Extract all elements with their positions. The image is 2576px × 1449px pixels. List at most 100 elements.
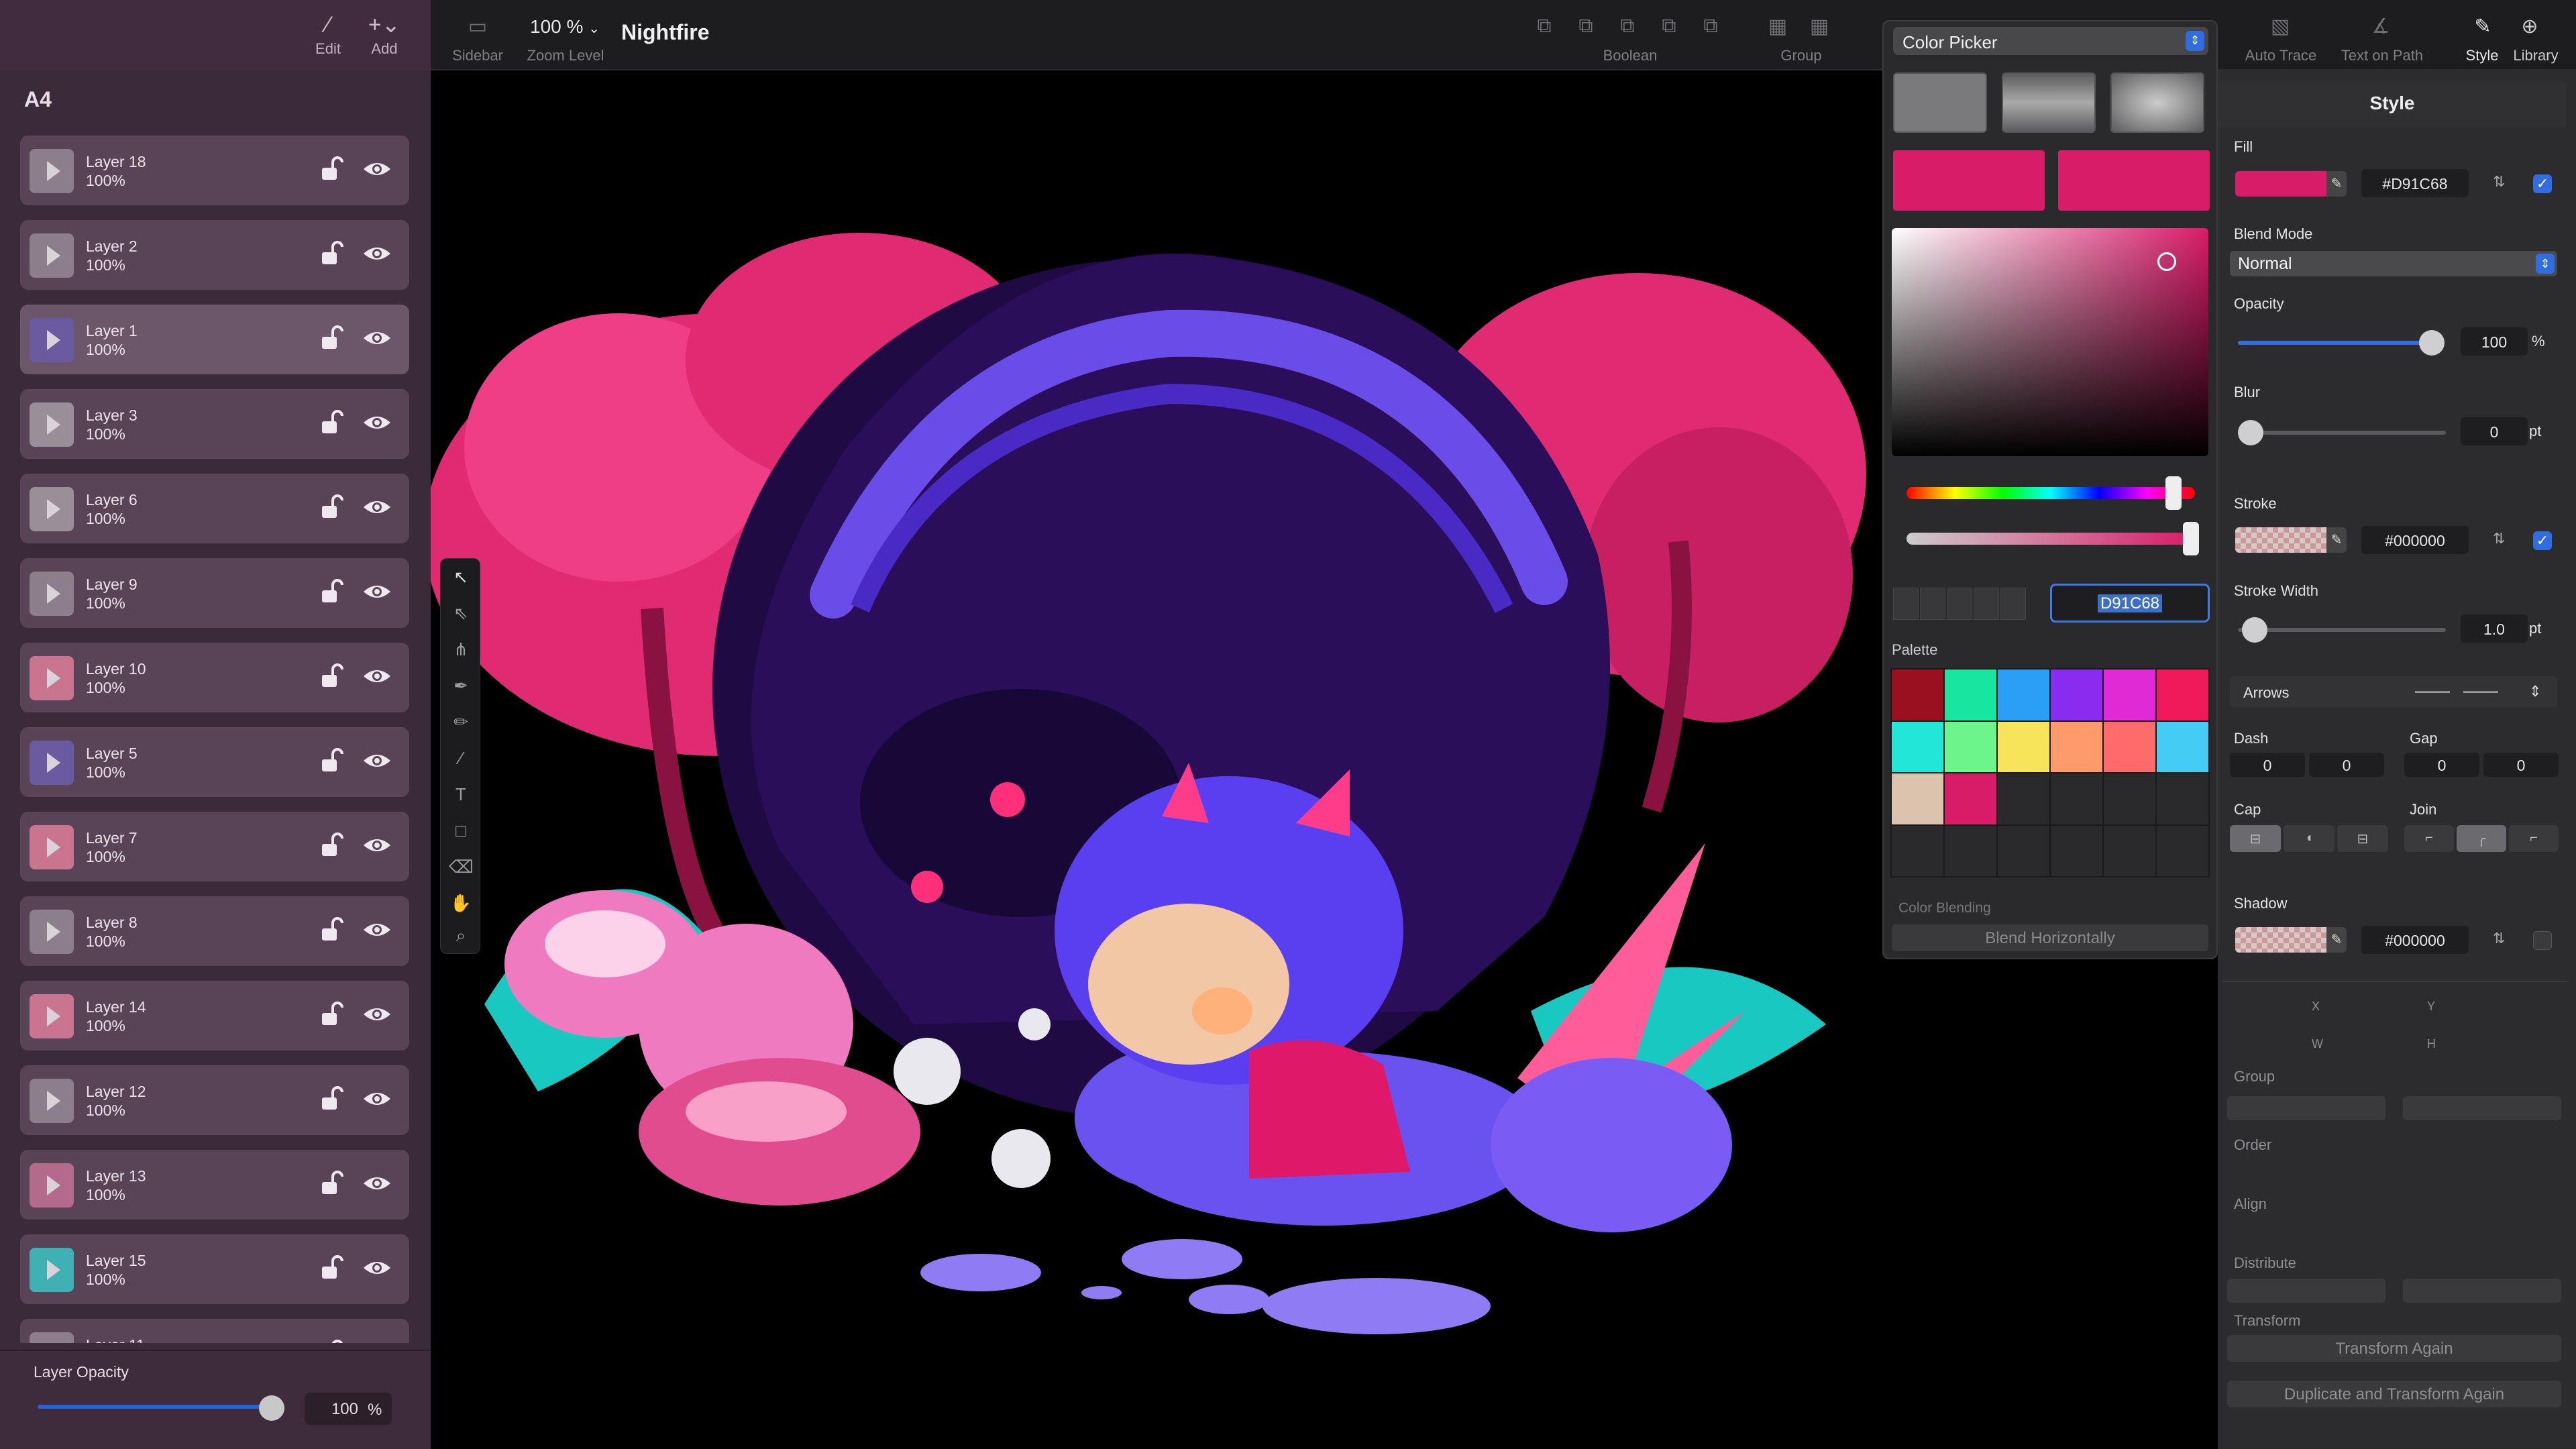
palette-empty-slot[interactable] bbox=[2104, 825, 2155, 876]
blur-knob[interactable] bbox=[2238, 420, 2263, 445]
sv-picker-knob[interactable] bbox=[2157, 252, 2176, 271]
palette-color-swatch[interactable] bbox=[2051, 721, 2102, 772]
layer-opacity-knob[interactable] bbox=[259, 1395, 284, 1421]
layer-row[interactable]: Layer 10 100% bbox=[20, 643, 409, 712]
join-miter-button[interactable]: ⌐ bbox=[2404, 825, 2454, 852]
palette-empty-slot[interactable] bbox=[2051, 825, 2102, 876]
join-bevel-button[interactable]: ⌐ bbox=[2509, 825, 2559, 852]
stroke-width-knob[interactable] bbox=[2242, 617, 2267, 643]
eye-icon[interactable] bbox=[362, 832, 392, 859]
cap-round-button[interactable]: ◖ bbox=[2284, 825, 2334, 852]
unlock-icon[interactable] bbox=[318, 661, 345, 691]
unlock-icon[interactable] bbox=[318, 1338, 345, 1343]
unlock-icon[interactable] bbox=[318, 323, 345, 353]
recent-color-slot[interactable] bbox=[1974, 588, 1999, 620]
palette-empty-slot[interactable] bbox=[1892, 825, 1943, 876]
layer-row[interactable]: Layer 18 100% bbox=[20, 136, 409, 205]
dash-input-1[interactable]: 0 bbox=[2230, 753, 2305, 777]
stroke-mode-icon[interactable]: ⇅ bbox=[2493, 530, 2505, 547]
eye-icon[interactable] bbox=[362, 494, 392, 521]
group-icon[interactable]: ▦ bbox=[1764, 15, 1791, 42]
gap-input-1[interactable]: 0 bbox=[2404, 753, 2479, 777]
unlock-icon[interactable] bbox=[318, 239, 345, 268]
eye-icon[interactable] bbox=[362, 240, 392, 267]
direct-select-icon[interactable]: ⇖ bbox=[449, 603, 473, 627]
fill-hex-input[interactable]: #D91C68 bbox=[2361, 169, 2469, 197]
palette-color-swatch[interactable] bbox=[1998, 669, 2049, 720]
unlock-icon[interactable] bbox=[318, 830, 345, 860]
palette-color-swatch[interactable] bbox=[2104, 721, 2155, 772]
add-button[interactable]: +⌄ Add bbox=[354, 9, 415, 58]
palette-color-swatch[interactable] bbox=[1998, 721, 2049, 772]
recent-color-slot[interactable] bbox=[1893, 588, 1919, 620]
text-on-path-icon[interactable]: ∡ bbox=[2364, 15, 2398, 42]
cap-butt-button[interactable]: ⊟ bbox=[2230, 825, 2281, 852]
brush-icon[interactable]: ⁄ bbox=[449, 748, 473, 772]
unlock-icon[interactable] bbox=[318, 1084, 345, 1114]
eye-icon[interactable] bbox=[362, 1339, 392, 1343]
recent-color-slot[interactable] bbox=[1947, 588, 1972, 620]
pencil-icon[interactable]: ✏ bbox=[449, 712, 473, 736]
distribute-vertical-button[interactable] bbox=[2403, 1279, 2561, 1303]
layer-row[interactable]: Layer 13 100% bbox=[20, 1150, 409, 1220]
ungroup-button[interactable] bbox=[2403, 1096, 2561, 1120]
group-button[interactable] bbox=[2227, 1096, 2385, 1120]
hue-knob[interactable] bbox=[2165, 476, 2182, 510]
eye-icon[interactable] bbox=[362, 156, 392, 182]
duplicate-transform-again-button[interactable]: Duplicate and Transform Again bbox=[2227, 1381, 2561, 1407]
node-icon[interactable]: ⋔ bbox=[449, 639, 473, 663]
eye-icon[interactable] bbox=[362, 663, 392, 690]
cap-square-button[interactable]: ⊟ bbox=[2337, 825, 2388, 852]
palette-color-swatch[interactable] bbox=[1892, 669, 1943, 720]
palette-empty-slot[interactable] bbox=[2157, 773, 2208, 824]
alpha-slider[interactable] bbox=[1907, 533, 2195, 545]
unlock-icon[interactable] bbox=[318, 915, 345, 945]
stroke-hex-input[interactable]: #000000 bbox=[2361, 526, 2469, 554]
shadow-hex-input[interactable]: #000000 bbox=[2361, 926, 2469, 954]
hand-icon[interactable]: ✋ bbox=[449, 893, 473, 917]
layer-row[interactable]: Layer 3 100% bbox=[20, 389, 409, 459]
layer-row[interactable]: Layer 11 bbox=[20, 1319, 409, 1343]
layer-opacity-slider[interactable] bbox=[38, 1405, 266, 1409]
palette-empty-slot[interactable] bbox=[2157, 825, 2208, 876]
blend-mode-select[interactable]: Normal ⇕ bbox=[2230, 251, 2557, 276]
picker-mode-select[interactable]: Color Picker ⇕ bbox=[1893, 27, 2208, 55]
palette-color-swatch[interactable] bbox=[1892, 773, 1943, 824]
eye-icon[interactable] bbox=[362, 325, 392, 352]
layer-row[interactable]: Layer 1 100% bbox=[20, 305, 409, 374]
alpha-knob[interactable] bbox=[2183, 522, 2199, 555]
layer-row[interactable]: Layer 14 100% bbox=[20, 981, 409, 1051]
unlock-icon[interactable] bbox=[318, 492, 345, 522]
boolean-divide-icon[interactable]: ⧉ bbox=[1697, 15, 1724, 42]
hue-slider[interactable] bbox=[1907, 487, 2195, 499]
stroke-width-input[interactable]: 1.0 bbox=[2461, 614, 2528, 643]
palette-empty-slot[interactable] bbox=[2051, 773, 2102, 824]
eye-icon[interactable] bbox=[362, 409, 392, 436]
boolean-subtract-icon[interactable]: ⧉ bbox=[1572, 15, 1599, 42]
unlock-icon[interactable] bbox=[318, 408, 345, 437]
eye-icon[interactable] bbox=[362, 916, 392, 943]
unlock-icon[interactable] bbox=[318, 1000, 345, 1029]
eyedropper-icon[interactable]: ✎ bbox=[2326, 527, 2347, 553]
dash-input-2[interactable]: 0 bbox=[2309, 753, 2384, 777]
zoom-icon[interactable]: ⌕ bbox=[449, 925, 473, 949]
palette-color-swatch[interactable] bbox=[1892, 721, 1943, 772]
fill-enabled-checkbox[interactable]: ✓ bbox=[2533, 174, 2552, 193]
text-tool-icon[interactable]: T bbox=[449, 784, 473, 808]
stroke-width-slider[interactable] bbox=[2238, 628, 2446, 632]
layer-row[interactable]: Layer 7 100% bbox=[20, 812, 409, 881]
layer-list[interactable]: Layer 18 100% Layer 2 100% Layer 1 100% Layer … bbox=[20, 136, 409, 1343]
palette-color-swatch[interactable] bbox=[2104, 669, 2155, 720]
eye-icon[interactable] bbox=[362, 1170, 392, 1197]
boolean-exclude-icon[interactable]: ⧉ bbox=[1656, 15, 1682, 42]
palette-color-swatch[interactable] bbox=[1945, 773, 1996, 824]
blend-horizontally-button[interactable]: Blend Horizontally bbox=[1892, 924, 2208, 951]
ungroup-icon[interactable]: ▦ bbox=[1806, 15, 1833, 42]
layer-row[interactable]: Layer 8 100% bbox=[20, 896, 409, 966]
palette-color-swatch[interactable] bbox=[1945, 669, 1996, 720]
eyedropper-icon[interactable]: ✎ bbox=[2326, 927, 2347, 953]
layer-row[interactable]: Layer 2 100% bbox=[20, 220, 409, 290]
layer-row[interactable]: Layer 12 100% bbox=[20, 1065, 409, 1135]
recent-color-slot[interactable] bbox=[1920, 588, 1945, 620]
boolean-union-icon[interactable]: ⧉ bbox=[1531, 15, 1558, 42]
